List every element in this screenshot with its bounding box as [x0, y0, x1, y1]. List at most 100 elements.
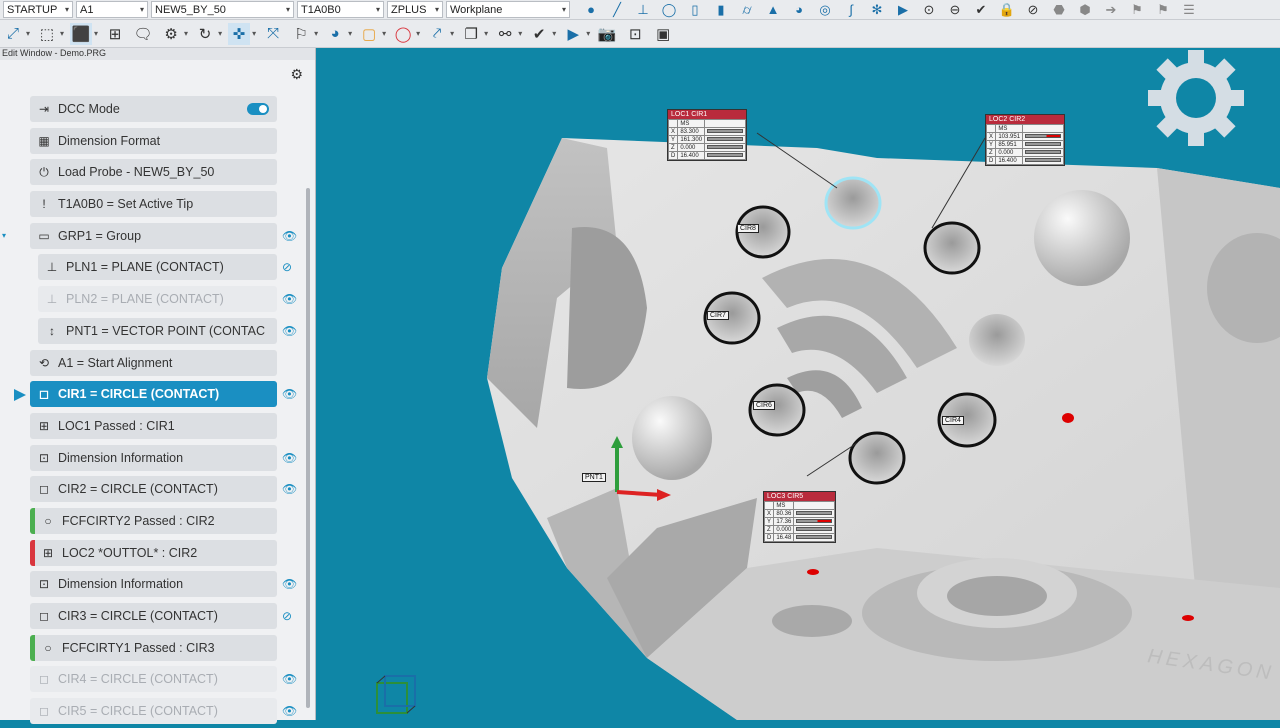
bookmark-icon[interactable]: ⚑	[1128, 1, 1146, 19]
eye-icon[interactable]: 👁	[282, 387, 297, 401]
eye-icon[interactable]: 👁	[282, 577, 297, 591]
window-icon[interactable]: ▣	[652, 23, 674, 45]
chevron-down-icon[interactable]: ▾	[518, 29, 522, 38]
axes-icon[interactable]: ⤧	[262, 23, 284, 45]
routine-item[interactable]: ↕ PNT1 = VECTOR POINT (CONTAC	[38, 317, 277, 344]
feature-label-cir8[interactable]: CIR8	[737, 224, 759, 233]
routine-item[interactable]: ○ FCFCIRTY2 Passed : CIR2	[30, 507, 277, 534]
eye-hidden-icon[interactable]: ⊘	[282, 609, 292, 623]
chevron-down-icon[interactable]: ▾	[416, 29, 420, 38]
feature-label-cir6[interactable]: CIR6	[753, 401, 775, 410]
chevron-down-icon[interactable]: ▾	[60, 29, 64, 38]
routine-item[interactable]: ⊡ Dimension Information	[30, 571, 277, 598]
routine-item[interactable]: ○ FCFCIRTY1 Passed : CIR3	[30, 634, 277, 661]
point-icon[interactable]: ●	[582, 1, 600, 19]
comment-icon[interactable]: 🗨	[132, 23, 154, 45]
fit-view-icon[interactable]: ⊞	[104, 23, 126, 45]
minus-icon[interactable]: ⊖	[946, 1, 964, 19]
camera-icon[interactable]: 📷	[596, 23, 618, 45]
dimension-label-loc3[interactable]: LOC3 CIR5 MS X 80.36 Y 17.36 Z 0.000 D 16.48	[763, 491, 837, 543]
toolbar-dropdown[interactable]: Workplane ▾	[446, 1, 570, 18]
routine-item[interactable]: ⏻ Load Probe - NEW5_BY_50	[30, 159, 277, 186]
pause-icon[interactable]: ⬢	[1076, 1, 1094, 19]
chevron-down-icon[interactable]: ▾	[348, 29, 352, 38]
chevron-down-icon[interactable]: ▾	[552, 29, 556, 38]
feature-label-pnt1[interactable]: PNT1	[582, 473, 606, 482]
play-icon[interactable]: ▶	[894, 1, 912, 19]
chevron-down-icon[interactable]: ▾	[450, 29, 454, 38]
dimension-icon[interactable]: ⤤	[426, 23, 448, 45]
scrollbar[interactable]	[306, 188, 310, 708]
branch-icon[interactable]: ⚯	[494, 23, 516, 45]
dimension-label-loc1[interactable]: LOC1 CIR1 MS X 83.300 Y 161.300 Z 0.000 D 16.400	[667, 109, 748, 161]
routine-item[interactable]: ⊞ LOC2 *OUTTOL* : CIR2	[30, 539, 277, 566]
eye-icon[interactable]: 👁	[282, 229, 297, 243]
chevron-down-icon[interactable]: ▾	[314, 29, 318, 38]
circle-outline-icon[interactable]: ◯	[392, 23, 414, 45]
probe-view-icon[interactable]: ✜	[228, 22, 251, 45]
stop-icon[interactable]: ⬣	[1050, 1, 1068, 19]
curve-icon[interactable]: ∫	[842, 1, 860, 19]
auto-feature-icon[interactable]: ✻	[868, 1, 886, 19]
path-icon[interactable]: ⚐	[290, 23, 312, 45]
plane-icon[interactable]: ⊥	[634, 1, 652, 19]
routine-item[interactable]: ◻ CIR3 = CIRCLE (CONTACT)	[30, 603, 277, 629]
feature-label-cir4[interactable]: CIR4	[942, 416, 964, 425]
routine-item[interactable]: ◻ CIR2 = CIRCLE (CONTACT)	[30, 476, 277, 503]
routine-item[interactable]: ⊥ PLN2 = PLANE (CONTACT)	[38, 286, 277, 313]
globe-icon[interactable]: ◕	[324, 23, 346, 45]
solid-cube-icon[interactable]: ⬛	[70, 22, 93, 45]
bookmark-next-icon[interactable]: ⚑	[1154, 1, 1172, 19]
slot-round-icon[interactable]: ▮	[712, 1, 730, 19]
chevron-down-icon[interactable]: ▾	[484, 29, 488, 38]
copy-icon[interactable]: ❐	[460, 23, 482, 45]
feature-label-cir7[interactable]: CIR7	[707, 311, 729, 320]
forward-icon[interactable]: ➔	[1102, 1, 1120, 19]
line-icon[interactable]: ╱	[608, 1, 626, 19]
graphics-viewport[interactable]: HEXAGON CIR8 CIR7 CIR6 CIR4 PNT1 LOC1 CI…	[317, 48, 1280, 720]
no-lock-icon[interactable]: ⊘	[1024, 1, 1042, 19]
circle-icon[interactable]: ◯	[660, 1, 678, 19]
expand-caret-icon[interactable]: ▾	[2, 231, 6, 240]
routine-item[interactable]: ⟲ A1 = Start Alignment	[30, 349, 277, 376]
routine-item[interactable]: ◻ CIR1 = CIRCLE (CONTACT)	[30, 381, 277, 408]
torus-icon[interactable]: ◎	[816, 1, 834, 19]
routine-item[interactable]: ⇥ DCC Mode	[30, 96, 277, 122]
chevron-down-icon[interactable]: ▾	[218, 29, 222, 38]
lock-icon[interactable]: 🔒	[998, 1, 1016, 19]
routine-item[interactable]: ⊥ PLN1 = PLANE (CONTACT)	[38, 254, 277, 281]
chevron-down-icon[interactable]: ▾	[26, 29, 30, 38]
chevron-down-icon[interactable]: ▾	[382, 29, 386, 38]
eye-icon[interactable]: 👁	[282, 451, 297, 465]
routine-item[interactable]: ◻ CIR5 = CIRCLE (CONTACT)	[30, 698, 277, 725]
chevron-down-icon[interactable]: ▾	[586, 29, 590, 38]
list-icon[interactable]: ☰	[1180, 1, 1198, 19]
verify-icon[interactable]: ✔	[528, 23, 550, 45]
sphere-icon[interactable]: ◕	[790, 1, 808, 19]
toolbar-dropdown[interactable]: NEW5_BY_50 ▾	[151, 1, 294, 18]
routine-item[interactable]: ⊡ Dimension Information	[30, 444, 277, 471]
routine-item[interactable]: ▦ Dimension Format	[30, 127, 277, 154]
dcc-toggle[interactable]	[247, 103, 269, 115]
toolbar-dropdown[interactable]: ZPLUS ▾	[387, 1, 443, 18]
routine-item[interactable]: ! T1A0B0 = Set Active Tip	[30, 191, 277, 218]
settings-icon[interactable]: ⚙	[160, 23, 182, 45]
report-icon[interactable]: ⊡	[624, 23, 646, 45]
cylinder-icon[interactable]: ⌭	[738, 1, 756, 19]
execute-step-icon[interactable]: ⊙	[920, 1, 938, 19]
chevron-down-icon[interactable]: ▾	[94, 29, 98, 38]
routine-item[interactable]: ▭ GRP1 = Group	[30, 222, 277, 249]
run-icon[interactable]: ▶	[562, 23, 584, 45]
panel-settings-icon[interactable]: ⚙	[290, 66, 303, 83]
toolbar-dropdown[interactable]: A1 ▾	[76, 1, 148, 18]
routine-item[interactable]: ◻ CIR4 = CIRCLE (CONTACT)	[30, 666, 277, 693]
toolbar-dropdown[interactable]: STARTUP ▾	[3, 1, 73, 18]
routine-item[interactable]: ⊞ LOC1 Passed : CIR1	[30, 412, 277, 439]
eye-hidden-icon[interactable]: ⊘	[282, 260, 292, 274]
eye-icon[interactable]: 👁	[282, 292, 297, 306]
rotate-icon[interactable]: ↻	[194, 23, 216, 45]
check-icon[interactable]: ✔	[972, 1, 990, 19]
chevron-down-icon[interactable]: ▾	[252, 29, 256, 38]
eye-icon[interactable]: 👁	[282, 482, 297, 496]
square-outline-icon[interactable]: ▢	[358, 23, 380, 45]
